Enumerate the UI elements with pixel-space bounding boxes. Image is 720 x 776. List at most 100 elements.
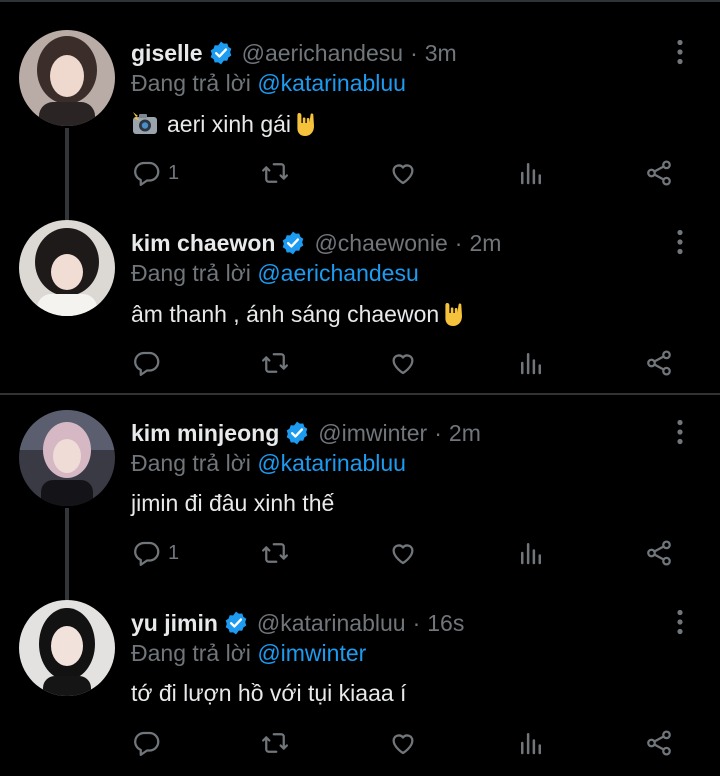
action-bar: 1 — [0, 155, 720, 191]
tweet-header: kim chaewon @chaewonie · 2m — [131, 226, 660, 260]
like-button[interactable] — [388, 535, 418, 571]
user-handle[interactable]: @chaewonie — [314, 230, 447, 257]
replying-to: Đang trả lời @katarinabluu — [131, 450, 406, 477]
tweet-header: giselle @aerichandesu · 3m — [131, 36, 660, 70]
more-vertical-icon[interactable] — [668, 608, 692, 636]
views-button[interactable] — [516, 155, 546, 191]
sign-of-horns-emoji — [293, 110, 321, 138]
share-icon — [647, 730, 671, 756]
heart-icon — [392, 354, 414, 375]
reply-count: 1 — [168, 161, 180, 184]
share-button[interactable] — [644, 345, 674, 381]
reply-button[interactable] — [132, 345, 168, 381]
retweet-icon — [262, 733, 288, 753]
heart-icon — [392, 164, 414, 185]
separator-dot: · — [454, 229, 463, 256]
share-button[interactable] — [644, 725, 674, 761]
like-button[interactable] — [388, 155, 418, 191]
mention-link[interactable]: @katarinabluu — [257, 70, 406, 96]
retweet-icon — [262, 353, 288, 373]
timestamp[interactable]: 2m — [449, 420, 481, 447]
tweet-text-content: jimin đi đâu xinh thế — [131, 490, 335, 516]
views-bar-chart-icon — [521, 733, 541, 755]
mention-link[interactable]: @katarinabluu — [257, 450, 406, 476]
avatar[interactable] — [19, 600, 115, 696]
reply-icon — [134, 351, 160, 376]
more-vertical-icon[interactable] — [668, 228, 692, 256]
separator-dot: · — [434, 419, 442, 446]
avatar[interactable] — [19, 30, 115, 126]
display-name[interactable]: yu jimin — [131, 610, 218, 637]
verified-badge-icon — [223, 610, 249, 636]
retweet-button[interactable] — [260, 345, 290, 381]
avatar-photo — [19, 220, 115, 316]
replying-to-label: Đang trả lời — [131, 450, 251, 476]
retweet-icon — [262, 163, 288, 183]
like-button[interactable] — [388, 345, 418, 381]
avatar[interactable] — [19, 220, 115, 316]
reply-icon — [134, 541, 160, 566]
mention-link[interactable]: @imwinter — [257, 640, 366, 666]
tweet-giselle[interactable]: giselle @aerichandesu · 3m Đang trả lời … — [0, 30, 720, 200]
more-vertical-icon[interactable] — [668, 418, 692, 446]
retweet-button[interactable] — [260, 155, 290, 191]
replying-to: Đang trả lời @aerichandesu — [131, 260, 419, 287]
replying-to: Đang trả lời @imwinter — [131, 640, 366, 667]
share-icon — [647, 350, 671, 376]
timestamp[interactable]: 2m — [469, 230, 501, 257]
user-handle[interactable]: @katarinabluu — [257, 610, 406, 637]
reply-icon — [134, 731, 160, 756]
tweet-text: jimin đi đâu xinh thế — [131, 490, 334, 517]
tweet-kim-chaewon[interactable]: kim chaewon @chaewonie · 2m Đang trả lời… — [0, 220, 720, 390]
retweet-icon — [262, 543, 288, 563]
like-button[interactable] — [388, 725, 418, 761]
replying-to-label: Đang trả lời — [131, 260, 251, 286]
separator-dot: · — [412, 609, 421, 636]
share-button[interactable] — [644, 535, 674, 571]
avatar[interactable] — [19, 410, 115, 506]
replying-to-label: Đang trả lời — [131, 640, 251, 666]
views-button[interactable] — [516, 725, 546, 761]
replying-to-label: Đang trả lời — [131, 70, 251, 96]
display-name[interactable]: giselle — [131, 40, 203, 67]
display-name[interactable]: kim minjeong — [131, 420, 279, 447]
display-name[interactable]: kim chaewon — [131, 230, 275, 257]
tweet-yu-jimin[interactable]: yu jimin @katarinabluu · 16s Đang trả lờ… — [0, 600, 720, 770]
retweet-button[interactable] — [260, 535, 290, 571]
views-bar-chart-icon — [521, 353, 541, 375]
share-icon — [647, 160, 671, 186]
tweet-text: tớ đi lượn hồ với tụi kiaaa í — [131, 680, 406, 707]
top-divider — [0, 0, 720, 2]
tweet-kim-minjeong[interactable]: kim minjeong @imwinter · 2m Đang trả lời… — [0, 410, 720, 580]
avatar-photo — [19, 410, 115, 506]
replying-to: Đang trả lời @katarinabluu — [131, 70, 406, 97]
tweet-header: yu jimin @katarinabluu · 16s — [131, 606, 660, 640]
share-icon — [647, 540, 671, 566]
conversation-divider — [0, 393, 720, 395]
mention-link[interactable]: @aerichandesu — [257, 260, 418, 286]
separator-dot: · — [410, 39, 418, 66]
views-bar-chart-icon — [521, 163, 541, 185]
retweet-button[interactable] — [260, 725, 290, 761]
verified-badge-icon — [280, 230, 306, 256]
reply-button[interactable]: 1 — [132, 535, 179, 571]
share-button[interactable] — [644, 155, 674, 191]
user-handle[interactable]: @aerichandesu — [242, 40, 403, 67]
reply-icon — [134, 161, 160, 186]
timestamp[interactable]: 3m — [425, 40, 457, 67]
tweet-header: kim minjeong @imwinter · 2m — [131, 416, 660, 450]
more-vertical-icon[interactable] — [668, 38, 692, 66]
avatar-photo — [19, 30, 115, 126]
reply-button[interactable]: 1 — [132, 155, 179, 191]
views-button[interactable] — [516, 535, 546, 571]
action-bar — [0, 725, 720, 761]
user-handle[interactable]: @imwinter — [318, 420, 427, 447]
views-button[interactable] — [516, 345, 546, 381]
reply-button[interactable] — [132, 725, 168, 761]
timestamp[interactable]: 16s — [427, 610, 464, 637]
tweet-text: âm thanh , ánh sáng chaewon — [131, 300, 469, 328]
camera-flash-emoji — [131, 110, 159, 138]
tweet-text-content: âm thanh , ánh sáng chaewon — [131, 300, 440, 327]
reply-count: 1 — [168, 541, 180, 564]
action-bar: 1 — [0, 535, 720, 571]
